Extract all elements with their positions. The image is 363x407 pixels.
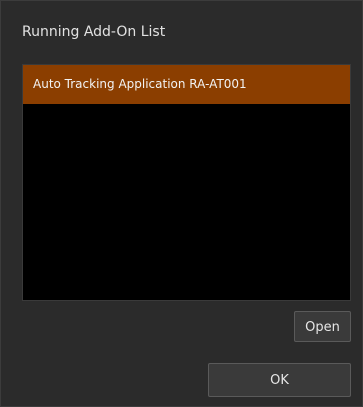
list-item[interactable]: Auto Tracking Application RA-AT001	[23, 65, 350, 104]
addon-list[interactable]: Auto Tracking Application RA-AT001	[22, 64, 351, 301]
list-item-label: Auto Tracking Application RA-AT001	[33, 77, 247, 91]
running-addon-list-dialog: Running Add-On List Auto Tracking Applic…	[0, 0, 363, 407]
ok-button[interactable]: OK	[208, 363, 351, 397]
open-button[interactable]: Open	[294, 311, 351, 342]
dialog-title: Running Add-On List	[22, 24, 166, 40]
